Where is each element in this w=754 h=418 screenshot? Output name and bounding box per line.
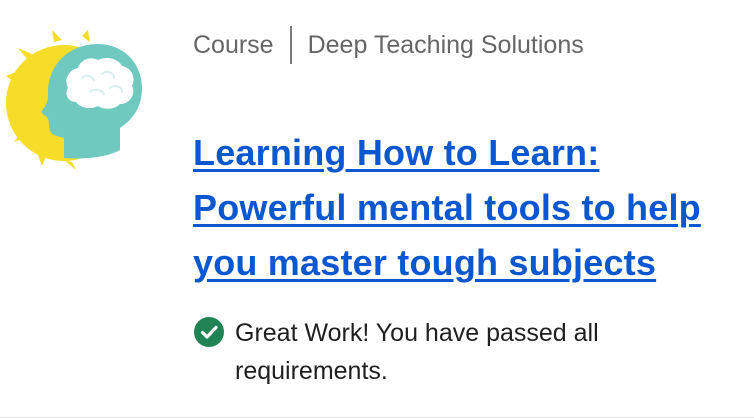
course-meta: Course Deep Teaching Solutions — [193, 26, 584, 64]
course-logo-icon — [6, 30, 152, 170]
course-type-label: Course — [193, 31, 274, 59]
completion-message: Great Work! You have passed all requirem… — [235, 319, 599, 385]
checkmark-circle-icon — [193, 316, 225, 348]
course-provider: Deep Teaching Solutions — [307, 31, 584, 59]
course-title-link[interactable]: Learning How to Learn: Powerful mental t… — [193, 125, 733, 290]
course-card: Course Deep Teaching Solutions Learning … — [0, 0, 754, 418]
completion-status: Great Work! You have passed all requirem… — [193, 314, 625, 390]
meta-divider — [289, 26, 292, 64]
